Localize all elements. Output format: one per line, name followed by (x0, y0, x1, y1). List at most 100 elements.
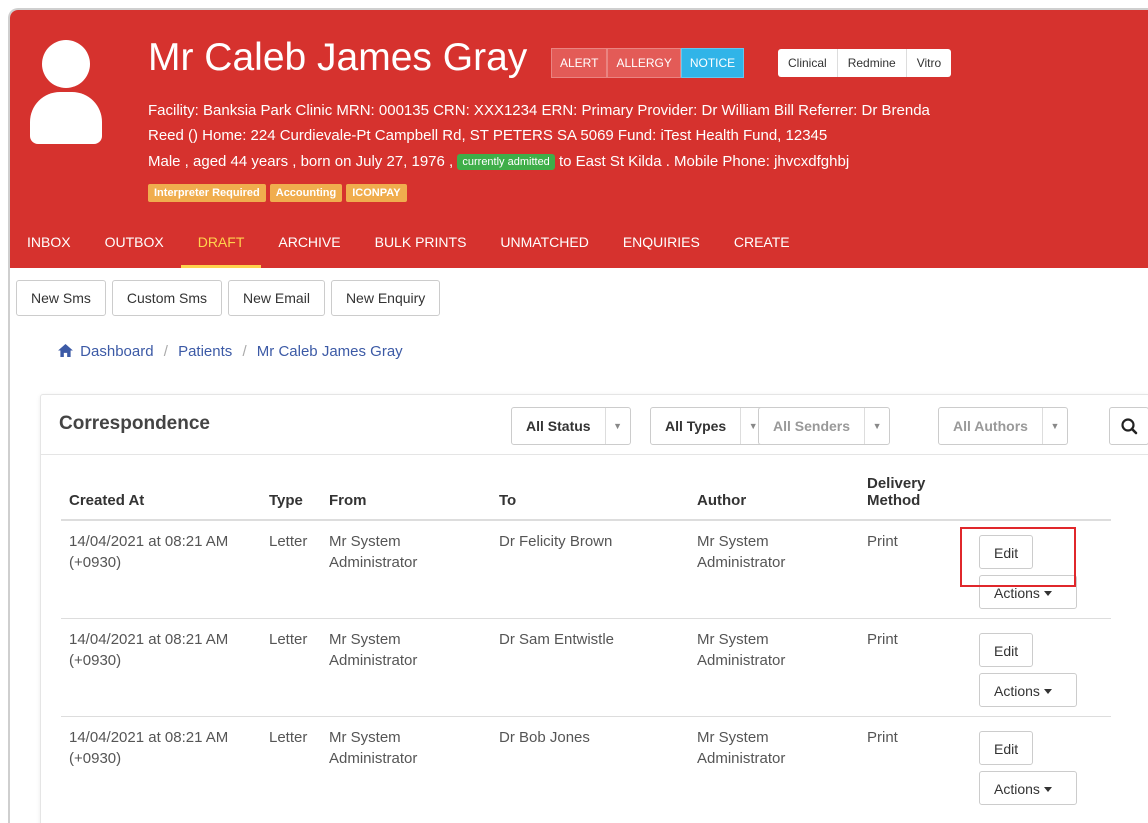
author-line-1: Mr System (697, 630, 769, 648)
cell-delivery: Print (859, 715, 971, 814)
edit-button[interactable]: Edit (979, 730, 1034, 765)
cell-from: Mr System Administrator (321, 519, 491, 618)
col-author: Author (689, 475, 859, 521)
from-line-1: Mr System (329, 728, 401, 746)
tab-archive[interactable]: ARCHIVE (261, 232, 357, 268)
patient-tags: Interpreter Required Accounting ICONPAY (148, 184, 407, 202)
caret-down-icon (1043, 688, 1052, 694)
breadcrumb-separator: / (163, 343, 168, 360)
author-filter[interactable]: All Authors ▼ (938, 407, 1068, 445)
cell-delivery: Print (859, 617, 971, 716)
col-from: From (321, 475, 491, 521)
from-line-2: Administrator (329, 651, 418, 669)
author-line-2: Administrator (697, 651, 786, 669)
cell-actions: Edit Actions (971, 715, 1111, 814)
type-filter-label: All Types (651, 408, 742, 444)
caret-down-icon (1043, 591, 1052, 596)
cell-delivery: Print (859, 519, 971, 618)
table-row: 14/04/2021 at 08:21 AM (+0930) Letter Mr … (61, 715, 1111, 814)
author-filter-label: All Authors (939, 408, 1043, 444)
caret-down-icon: ▼ (872, 421, 882, 431)
admitted-badge: currently admitted (457, 154, 555, 171)
author-line-2: Administrator (697, 749, 786, 767)
tag-accounting: Accounting (269, 184, 343, 202)
tag-interpreter: Interpreter Required (148, 184, 266, 202)
edit-button[interactable]: Edit (979, 632, 1034, 667)
delivery-header-line-2: Method (867, 492, 921, 509)
actions-dropdown[interactable]: Actions (979, 770, 1077, 805)
avatar-icon (30, 40, 102, 144)
vitro-link[interactable]: Vitro (907, 49, 951, 77)
status-filter-label: All Status (512, 408, 606, 444)
cell-actions: Edit Actions (971, 617, 1111, 716)
sender-filter-label: All Senders (759, 408, 866, 444)
cell-created: 14/04/2021 at 08:21 AM (+0930) (61, 617, 261, 716)
tab-create[interactable]: CREATE (717, 232, 807, 268)
breadcrumb-separator: / (242, 343, 247, 360)
patient-flags: ALERT ALLERGY NOTICE (551, 48, 745, 78)
created-date: 14/04/2021 at 08:21 AM (69, 728, 229, 746)
correspondence-table: Created At Type From To Author Delivery … (61, 475, 1111, 814)
sender-filter[interactable]: All Senders ▼ (758, 407, 891, 445)
custom-sms-button[interactable]: Custom Sms (111, 280, 223, 316)
breadcrumb-patients[interactable]: Patients (178, 343, 232, 360)
created-tz: (+0930) (69, 554, 122, 571)
created-date: 14/04/2021 at 08:21 AM (69, 630, 229, 648)
cell-from: Mr System Administrator (321, 715, 491, 814)
actions-dropdown[interactable]: Actions (979, 575, 1077, 609)
breadcrumb-patient[interactable]: Mr Caleb James Gray (257, 343, 403, 360)
patient-info-line-1: Facility: Banksia Park Clinic MRN: 00013… (148, 102, 930, 119)
clinical-link[interactable]: Clinical (778, 49, 838, 77)
tab-enquiries[interactable]: ENQUIRIES (606, 232, 717, 268)
correspondence-nav: INBOX OUTBOX DRAFT ARCHIVE BULK PRINTS U… (10, 232, 807, 268)
cell-type: Letter (261, 617, 321, 716)
actions-label: Actions (994, 780, 1040, 797)
from-line-2: Administrator (329, 749, 418, 767)
cell-created: 14/04/2021 at 08:21 AM (+0930) (61, 715, 261, 814)
breadcrumb-dashboard[interactable]: Dashboard (80, 343, 153, 360)
action-toolbar: New Sms Custom Sms New Email New Enquiry (16, 280, 441, 316)
caret-down-icon (1043, 786, 1052, 792)
panel-title: Correspondence (59, 413, 210, 434)
caret-down-icon: ▼ (613, 421, 623, 431)
flag-notice[interactable]: NOTICE (680, 48, 745, 78)
table-row: 14/04/2021 at 08:21 AM (+0930) Letter Mr … (61, 617, 1111, 716)
new-email-button[interactable]: New Email (228, 280, 325, 316)
demographics-text: Male , aged 44 years , born on July 27, … (148, 153, 454, 170)
cell-type: Letter (261, 715, 321, 814)
new-sms-button[interactable]: New Sms (16, 280, 106, 316)
panel-header: Correspondence All Status ▼ All Types ▼ … (41, 395, 1148, 455)
flag-allergy[interactable]: ALLERGY (607, 48, 681, 78)
new-enquiry-button[interactable]: New Enquiry (330, 280, 441, 316)
flag-alert[interactable]: ALERT (551, 48, 608, 78)
author-line-2: Administrator (697, 554, 786, 571)
caret-down-icon: ▼ (1050, 421, 1060, 431)
actions-label: Actions (994, 682, 1040, 699)
cell-type: Letter (261, 519, 321, 618)
col-to: To (491, 475, 689, 521)
breadcrumb: Dashboard / Patients / Mr Caleb James Gr… (58, 343, 403, 360)
tab-inbox[interactable]: INBOX (10, 232, 88, 268)
search-button[interactable] (1109, 407, 1148, 445)
status-filter[interactable]: All Status ▼ (511, 407, 631, 445)
tab-draft[interactable]: DRAFT (180, 232, 262, 268)
type-filter[interactable]: All Types ▼ (650, 407, 767, 445)
edit-button[interactable]: Edit (979, 535, 1034, 569)
actions-dropdown[interactable]: Actions (979, 672, 1077, 707)
author-line-1: Mr System (697, 533, 769, 550)
delivery-header-line-1: Delivery (867, 475, 926, 492)
from-line-1: Mr System (329, 533, 401, 550)
patient-info-line-3: Male , aged 44 years , born on July 27, … (148, 152, 849, 172)
admission-text: to East St Kilda . Mobile Phone: jhvcxdf… (558, 153, 850, 170)
cell-to: Dr Sam Entwistle (491, 617, 689, 716)
correspondence-panel: Correspondence All Status ▼ All Types ▼ … (40, 394, 1148, 823)
cell-created: 14/04/2021 at 08:21 AM (+0930) (61, 519, 261, 618)
tab-bulk-prints[interactable]: BULK PRINTS (358, 232, 484, 268)
tab-outbox[interactable]: OUTBOX (88, 232, 181, 268)
tab-unmatched[interactable]: UNMATCHED (483, 232, 605, 268)
created-date: 14/04/2021 at 08:21 AM (69, 533, 229, 550)
cell-author: Mr System Administrator (689, 617, 859, 716)
from-line-1: Mr System (329, 630, 401, 648)
redmine-link[interactable]: Redmine (838, 49, 907, 77)
table-row: 14/04/2021 at 08:21 AM (+0930) Letter Mr … (61, 519, 1111, 618)
